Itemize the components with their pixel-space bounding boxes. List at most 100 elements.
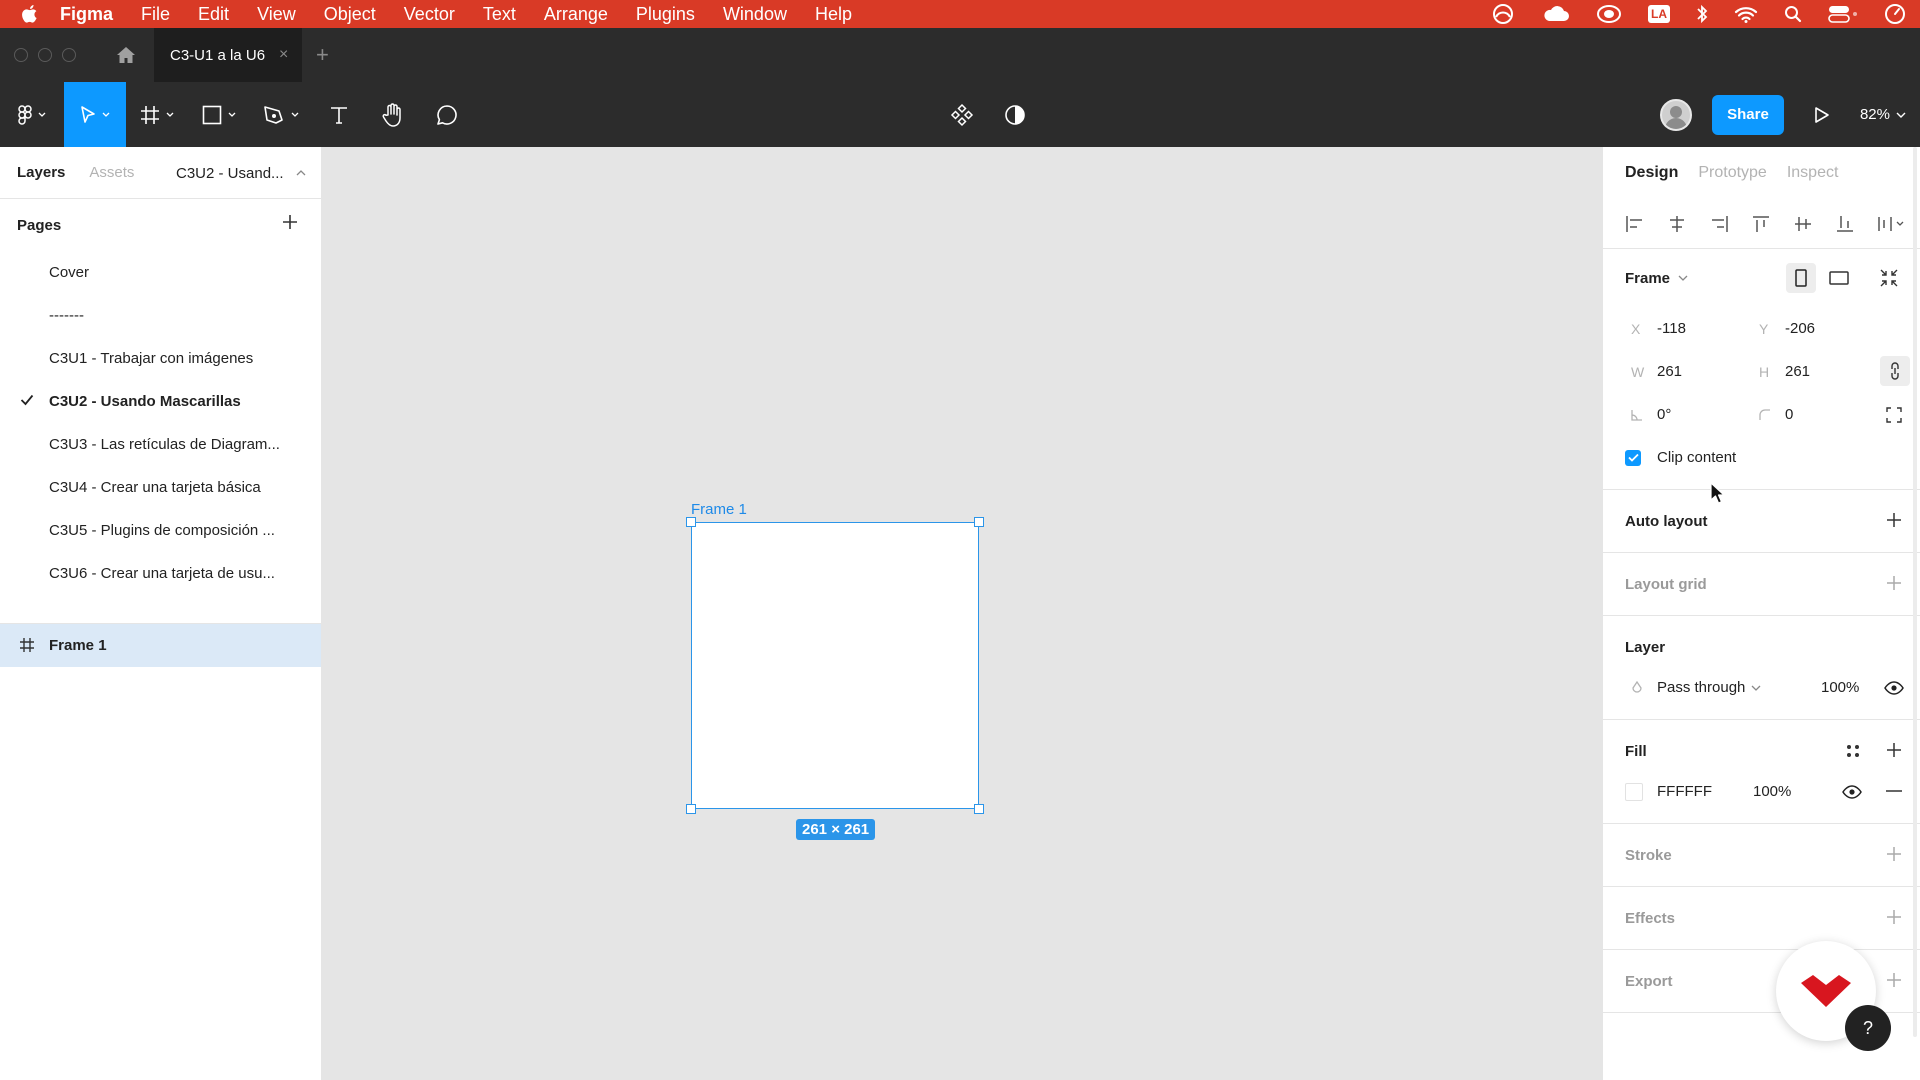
main-menu-button[interactable] [0,82,64,147]
layer-row-frame-1[interactable]: Frame 1 [0,624,321,667]
menu-plugins[interactable]: Plugins [636,4,695,25]
add-auto-layout-icon[interactable] [1886,512,1902,528]
page-item-c3u3[interactable]: C3U3 - Las retículas de Diagram... [0,423,321,466]
align-bottom-icon[interactable] [1835,215,1855,233]
pen-tool-button[interactable] [250,82,312,147]
menu-app-figma[interactable]: Figma [60,4,113,25]
menu-text[interactable]: Text [483,4,516,25]
resize-handle-bottom-left[interactable] [686,804,696,814]
rotation-input[interactable]: 0° [1657,406,1671,423]
distribute-icon[interactable] [1877,215,1905,233]
cloud-icon[interactable] [1542,5,1570,23]
page-item-c3u2[interactable]: C3U2 - Usando Mascarillas [0,380,321,423]
text-tool-button[interactable] [312,82,366,147]
component-icon[interactable] [950,103,974,127]
effects-header[interactable]: Effects [1603,887,1920,949]
tab-inspect[interactable]: Inspect [1787,164,1839,182]
align-left-icon[interactable] [1625,215,1645,233]
align-right-icon[interactable] [1709,215,1729,233]
close-window-button[interactable] [14,48,28,62]
fill-hex-input[interactable]: FFFFFF [1657,783,1712,800]
align-vertical-center-icon[interactable] [1793,215,1813,233]
close-tab-icon[interactable]: × [279,46,288,64]
y-input[interactable]: -206 [1785,320,1815,337]
remove-fill-icon[interactable] [1886,790,1902,792]
fill-color-swatch[interactable] [1625,782,1643,801]
control-center-icon[interactable] [1828,4,1858,24]
spotlight-search-icon[interactable] [1784,5,1802,23]
resize-to-fit-button[interactable] [1874,263,1904,293]
comment-tool-button[interactable] [420,82,474,147]
menu-arrange[interactable]: Arrange [544,4,608,25]
help-button[interactable]: ? [1845,1005,1891,1051]
layer-opacity-input[interactable]: 100% [1821,679,1859,696]
styles-grid-icon[interactable] [1846,744,1860,758]
shape-tool-button[interactable] [188,82,250,147]
clip-content-checkbox[interactable] [1625,449,1641,466]
page-item-c3u6[interactable]: C3U6 - Crear una tarjeta de usu... [0,552,321,595]
fill-opacity-input[interactable]: 100% [1753,783,1791,800]
selected-frame[interactable] [686,517,984,814]
add-layout-grid-icon[interactable] [1886,575,1902,591]
menu-view[interactable]: View [257,4,296,25]
resize-handle-bottom-right[interactable] [974,804,984,814]
add-fill-icon[interactable] [1886,742,1902,758]
menu-vector[interactable]: Vector [404,4,455,25]
page-item-c3u1[interactable]: C3U1 - Trabajar con imágenes [0,337,321,380]
tab-prototype[interactable]: Prototype [1698,164,1766,182]
creative-cloud-icon[interactable] [1490,3,1516,25]
frame-section-header[interactable]: Frame [1603,249,1920,307]
page-item-c3u4[interactable]: C3U4 - Crear una tarjeta básica [0,466,321,509]
move-tool-button[interactable] [64,82,126,147]
eye-icon[interactable] [1842,785,1862,799]
menu-help[interactable]: Help [815,4,852,25]
zoom-menu[interactable]: 82% [1860,106,1906,123]
tab-layers[interactable]: Layers [17,164,65,181]
menu-file[interactable]: File [141,4,170,25]
file-tab[interactable]: C3-U1 a la U6 × [154,28,302,82]
new-tab-button[interactable]: + [316,42,329,68]
home-tab[interactable] [116,46,136,64]
share-button[interactable]: Share [1711,94,1784,135]
contrast-icon[interactable] [1004,104,1026,126]
present-play-icon[interactable] [1814,106,1830,124]
zoom-window-button[interactable] [62,48,76,62]
add-export-icon[interactable] [1886,972,1902,988]
corner-radius-input[interactable]: 0 [1785,406,1793,423]
blend-mode-select[interactable]: Pass through [1657,679,1761,696]
resize-handle-top-left[interactable] [686,517,696,527]
constrain-proportions-button[interactable] [1880,356,1910,386]
page-selector[interactable]: C3U2 - Usand... [176,147,306,199]
add-effect-icon[interactable] [1886,909,1902,925]
page-item-c3u5[interactable]: C3U5 - Plugins de composición ... [0,509,321,552]
frame-tool-button[interactable] [126,82,188,147]
page-item-cover[interactable]: Cover [0,251,321,294]
properties-scrollbar[interactable] [1913,147,1917,1037]
tab-design[interactable]: Design [1625,164,1678,182]
add-stroke-icon[interactable] [1886,846,1902,862]
height-input[interactable]: 261 [1785,363,1810,380]
stroke-header[interactable]: Stroke [1603,824,1920,886]
auto-layout-header[interactable]: Auto layout [1603,490,1920,552]
independent-corners-icon[interactable] [1886,407,1902,423]
x-input[interactable]: -118 [1657,320,1686,337]
minimize-window-button[interactable] [38,48,52,62]
frame-name-label[interactable]: Frame 1 [691,501,747,518]
add-page-icon[interactable] [281,213,299,231]
portrait-button[interactable] [1786,263,1816,293]
page-item-divider[interactable]: ------- [0,294,321,337]
bluetooth-icon[interactable] [1696,4,1708,24]
sync-icon[interactable] [1596,3,1622,25]
layout-grid-header[interactable]: Layout grid [1603,553,1920,615]
apple-menu[interactable] [0,5,60,23]
menu-edit[interactable]: Edit [198,4,229,25]
align-top-icon[interactable] [1751,215,1771,233]
landscape-button[interactable] [1824,263,1854,293]
align-horizontal-center-icon[interactable] [1667,215,1687,233]
menu-object[interactable]: Object [324,4,376,25]
clip-content-label[interactable]: Clip content [1657,449,1736,466]
resize-handle-top-right[interactable] [974,517,984,527]
language-badge[interactable]: LA [1648,5,1670,23]
canvas[interactable]: Frame 1 261 × 261 [322,147,1602,1080]
tab-assets[interactable]: Assets [89,164,134,181]
